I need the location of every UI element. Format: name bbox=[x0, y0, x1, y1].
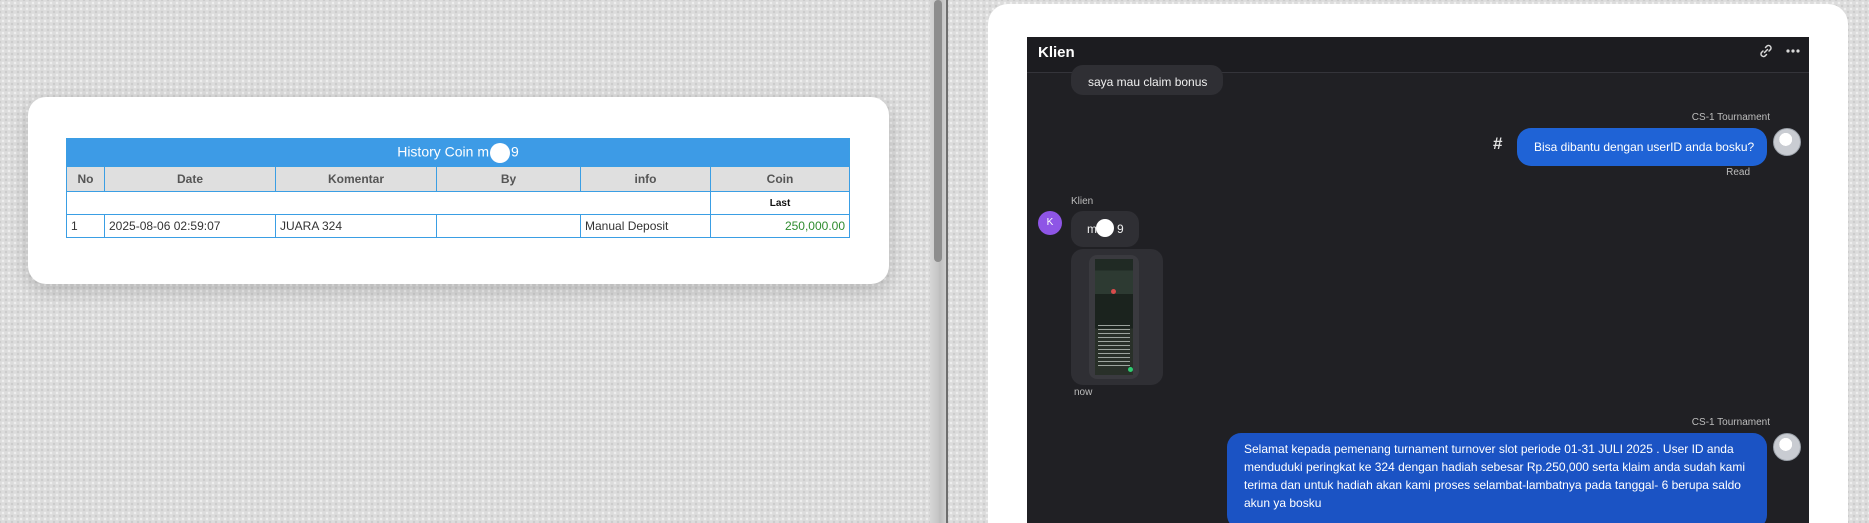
sender-label: CS-1 Tournament bbox=[1691, 417, 1770, 428]
read-status: Read bbox=[1726, 167, 1750, 178]
subheader-empty bbox=[66, 191, 105, 215]
subheader-empty bbox=[104, 191, 276, 215]
link-icon[interactable] bbox=[1758, 43, 1774, 65]
avatar: K bbox=[1038, 211, 1062, 235]
cell-info: Manual Deposit bbox=[580, 214, 711, 238]
screenshot-thumbnail[interactable] bbox=[1089, 255, 1139, 379]
col-header-no[interactable]: No bbox=[66, 166, 105, 192]
thumbnail-status-dot bbox=[1128, 367, 1133, 372]
thumbnail-screen bbox=[1095, 259, 1133, 375]
col-header-by[interactable]: By bbox=[436, 166, 581, 192]
message-text: saya mau claim bonus bbox=[1088, 75, 1208, 89]
more-icon[interactable] bbox=[1785, 43, 1801, 65]
message-time: now bbox=[1074, 387, 1093, 398]
cell-komentar: JUARA 324 bbox=[275, 214, 437, 238]
message-text: Bisa dibantu dengan userID anda bosku? bbox=[1534, 140, 1755, 154]
message-text: Selamat kepada pemenang turnament turnov… bbox=[1244, 442, 1745, 510]
hash-icon[interactable]: # bbox=[1493, 134, 1502, 154]
sender-label: CS-1 Tournament bbox=[1691, 112, 1770, 123]
table-row: 1 2025-08-06 02:59:07 JUARA 324 Manual D… bbox=[66, 214, 850, 238]
history-subheader-row: Last bbox=[66, 191, 850, 215]
redaction-mark bbox=[1096, 219, 1114, 237]
pane-divider[interactable] bbox=[930, 0, 948, 523]
history-title: History Coin m 9 bbox=[66, 138, 850, 167]
message-text-right: 9 bbox=[1117, 222, 1124, 236]
avatar-agent bbox=[1773, 433, 1801, 461]
cell-no: 1 bbox=[66, 214, 105, 238]
col-header-info[interactable]: info bbox=[580, 166, 711, 192]
thumbnail-text-lines bbox=[1098, 325, 1130, 369]
coin-subheader-last: Last bbox=[710, 191, 850, 215]
history-title-right: 9 bbox=[511, 143, 519, 160]
col-header-coin[interactable]: Coin bbox=[710, 166, 850, 192]
left-pane: History Coin m 9 No Date Komentar By info… bbox=[0, 0, 930, 523]
divider-line bbox=[946, 0, 948, 523]
history-header-row: No Date Komentar By info Coin bbox=[66, 166, 850, 192]
history-table: History Coin m 9 No Date Komentar By info… bbox=[66, 138, 850, 238]
incoming-message[interactable]: saya mau claim bonus bbox=[1071, 65, 1223, 95]
scrollbar-thumb[interactable] bbox=[934, 0, 942, 262]
incoming-message[interactable]: m 9 bbox=[1071, 211, 1139, 247]
outgoing-message[interactable]: Bisa dibantu dengan userID anda bosku? bbox=[1517, 128, 1767, 166]
chat-title: Klien bbox=[1038, 44, 1075, 61]
cell-date: 2025-08-06 02:59:07 bbox=[104, 214, 276, 238]
col-header-komentar[interactable]: Komentar bbox=[275, 166, 437, 192]
thumbnail-dot bbox=[1111, 289, 1116, 294]
history-card: History Coin m 9 No Date Komentar By info… bbox=[28, 97, 889, 284]
history-title-left: History Coin m bbox=[397, 143, 489, 160]
cell-coin: 250,000.00 bbox=[710, 214, 850, 238]
subheader-empty bbox=[275, 191, 437, 215]
subheader-empty bbox=[580, 191, 711, 215]
outgoing-message[interactable]: Selamat kepada pemenang turnament turnov… bbox=[1227, 433, 1767, 523]
chat-window: Klien saya mau claim bonus CS-1 Tourname… bbox=[1027, 37, 1809, 523]
col-header-date[interactable]: Date bbox=[104, 166, 276, 192]
avatar-agent bbox=[1773, 128, 1801, 156]
subheader-empty bbox=[436, 191, 581, 215]
sender-label: Klien bbox=[1071, 196, 1094, 207]
redaction-mark bbox=[490, 142, 510, 163]
cell-by bbox=[436, 214, 581, 238]
